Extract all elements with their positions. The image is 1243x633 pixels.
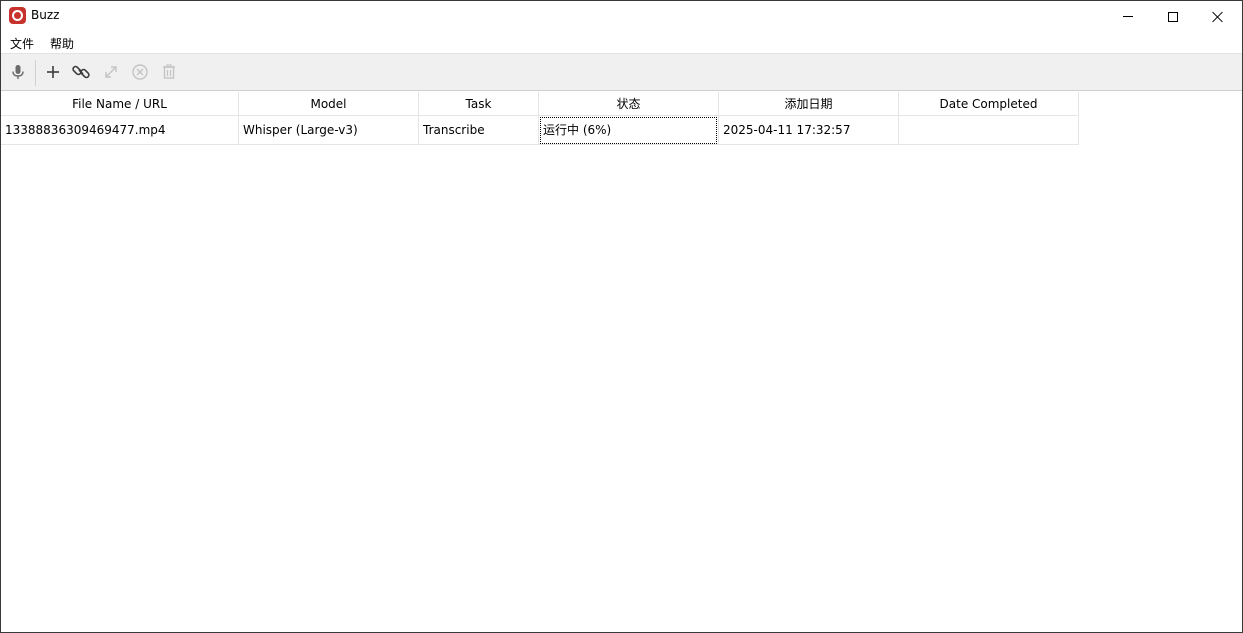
cell-model[interactable]: Whisper (Large-v3)	[239, 116, 419, 145]
table-row[interactable]: 13388836309469477.mp4 Whisper (Large-v3)…	[1, 116, 1079, 145]
toolbar	[1, 53, 1242, 91]
column-header-date-completed[interactable]: Date Completed	[899, 92, 1079, 116]
plus-icon	[47, 66, 59, 78]
transcription-table[interactable]: File Name / URL Model Task 状态 添加日期 Date …	[1, 92, 1242, 632]
import-url-button[interactable]	[70, 61, 92, 83]
menu-help[interactable]: 帮助	[50, 35, 74, 52]
cell-date-completed[interactable]	[899, 116, 1079, 145]
menu-file[interactable]: 文件	[10, 35, 34, 52]
cell-date-added[interactable]: 2025-04-11 17:32:57	[719, 116, 899, 145]
cell-file-name[interactable]: 13388836309469477.mp4	[1, 116, 239, 145]
toolbar-separator	[35, 60, 36, 86]
maximize-button[interactable]	[1150, 1, 1196, 32]
minimize-icon	[1123, 16, 1133, 17]
cell-task[interactable]: Transcribe	[419, 116, 539, 145]
column-header-task[interactable]: Task	[419, 92, 539, 116]
cell-status[interactable]: 运行中 (6%)	[539, 116, 719, 145]
column-header-model[interactable]: Model	[239, 92, 419, 116]
trash-icon	[163, 64, 175, 79]
column-header-date-added[interactable]: 添加日期	[719, 92, 899, 116]
close-icon	[1212, 11, 1224, 23]
buzz-app-icon	[9, 7, 26, 24]
column-header-file[interactable]: File Name / URL	[1, 92, 239, 116]
cancel-icon	[132, 64, 148, 80]
menu-bar: 文件 帮助	[1, 32, 1242, 53]
stop-transcription-button[interactable]	[129, 61, 151, 83]
record-button[interactable]	[7, 61, 29, 83]
maximize-icon	[1168, 11, 1178, 22]
delete-button[interactable]	[158, 61, 180, 83]
open-transcript-button[interactable]	[100, 61, 122, 83]
column-header-status[interactable]: 状态	[539, 92, 719, 116]
expand-icon	[105, 66, 117, 78]
window-title: Buzz	[31, 8, 60, 22]
add-file-button[interactable]	[42, 61, 64, 83]
close-button[interactable]	[1195, 1, 1241, 32]
status-focus: 运行中 (6%)	[540, 117, 717, 144]
microphone-icon	[12, 65, 24, 79]
title-bar[interactable]: Buzz	[1, 1, 1242, 32]
minimize-button[interactable]	[1105, 1, 1151, 32]
table-header: File Name / URL Model Task 状态 添加日期 Date …	[1, 92, 1079, 116]
app-window: Buzz 文件 帮助 File Name / URL Model Task 状态…	[0, 0, 1243, 633]
link-icon	[72, 65, 90, 79]
